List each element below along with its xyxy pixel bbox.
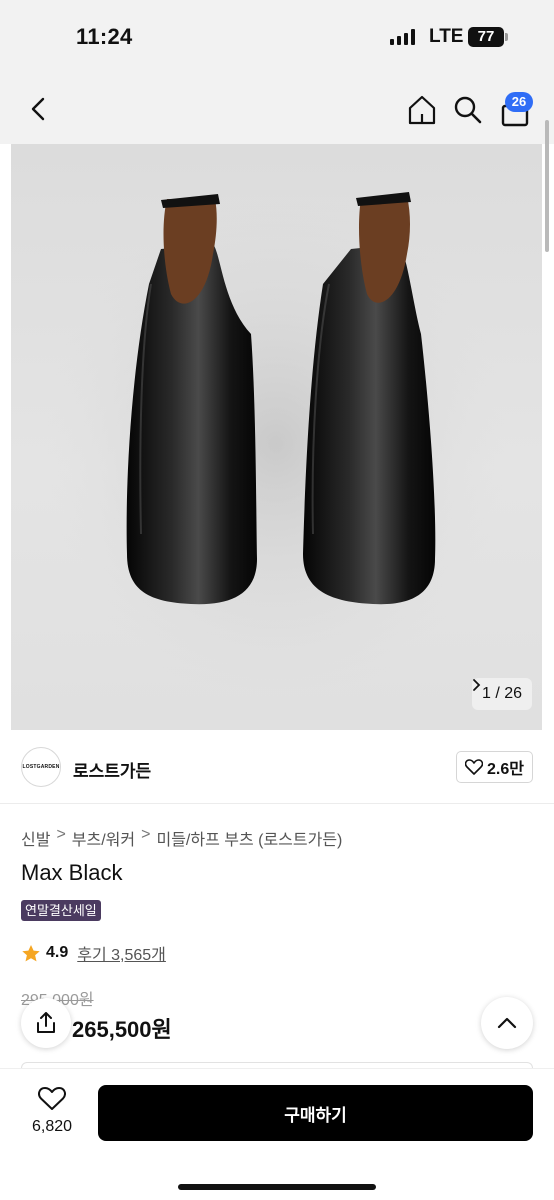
heart-icon [465, 759, 484, 775]
home-indicator [178, 1184, 376, 1190]
scrollbar-thumb[interactable] [545, 120, 549, 252]
breadcrumb: 신발 > 부츠/워커 > 미들/하프 부츠 (로스트가든) [21, 826, 342, 850]
rating-value: 4.9 [46, 944, 69, 961]
sale-tag: 연말결산세일 [21, 900, 101, 921]
heart-icon [38, 1087, 66, 1110]
store-name[interactable]: 로스트가든 [73, 757, 151, 782]
product-title: Max Black [21, 860, 123, 885]
status-time: 11:24 [76, 24, 133, 49]
store-logo[interactable]: LOSTGARDEN [21, 747, 61, 787]
cart-count-badge: 26 [505, 92, 533, 112]
battery-icon: 77 [468, 27, 504, 47]
chevron-left-icon[interactable] [24, 94, 54, 124]
network-type: LTE [429, 26, 464, 47]
chevron-up-icon [497, 1017, 517, 1029]
search-icon[interactable] [452, 94, 484, 126]
store-like-count: 2.6만 [487, 761, 524, 778]
image-counter-text: 1 / 26 [481, 685, 522, 702]
buy-button[interactable]: 구매하기 [98, 1085, 533, 1141]
product-image [46, 184, 506, 704]
battery-tip [505, 33, 508, 41]
product-image-gallery[interactable]: 1 / 26 [11, 144, 542, 730]
rating: 4.9 후기 3,565개 [21, 941, 166, 965]
home-icon[interactable] [406, 94, 438, 126]
store-like-button[interactable]: 2.6만 [456, 751, 533, 783]
top-nav-bar: 26 [0, 72, 554, 144]
review-count-link[interactable]: 후기 3,565개 [77, 941, 166, 965]
share-button[interactable] [21, 998, 71, 1048]
sale-price: 265,500원 [72, 1017, 172, 1042]
store-row[interactable]: LOSTGARDEN 로스트가든 2.6만 [0, 730, 554, 804]
breadcrumb-item[interactable]: 부츠/워커 [72, 826, 135, 850]
wishlist-count: 6,820 [31, 1118, 73, 1135]
breadcrumb-item[interactable]: 신발 [21, 826, 50, 850]
image-counter[interactable]: 1 / 26 [471, 678, 532, 710]
signal-icon [390, 29, 415, 45]
breadcrumb-separator: > [56, 826, 66, 843]
star-icon [22, 944, 40, 961]
breadcrumb-separator: > [141, 826, 151, 843]
bottom-action-bar: 6,820 구매하기 [0, 1068, 554, 1200]
breadcrumb-item[interactable]: 미들/하프 부츠 (로스트가든) [156, 826, 342, 850]
chevron-right-icon [473, 679, 481, 691]
share-icon [37, 1012, 55, 1033]
wishlist-button[interactable]: 6,820 [22, 1086, 82, 1136]
status-bar: 11:24 LTE 77 [0, 0, 554, 72]
scroll-top-button[interactable] [481, 997, 533, 1049]
